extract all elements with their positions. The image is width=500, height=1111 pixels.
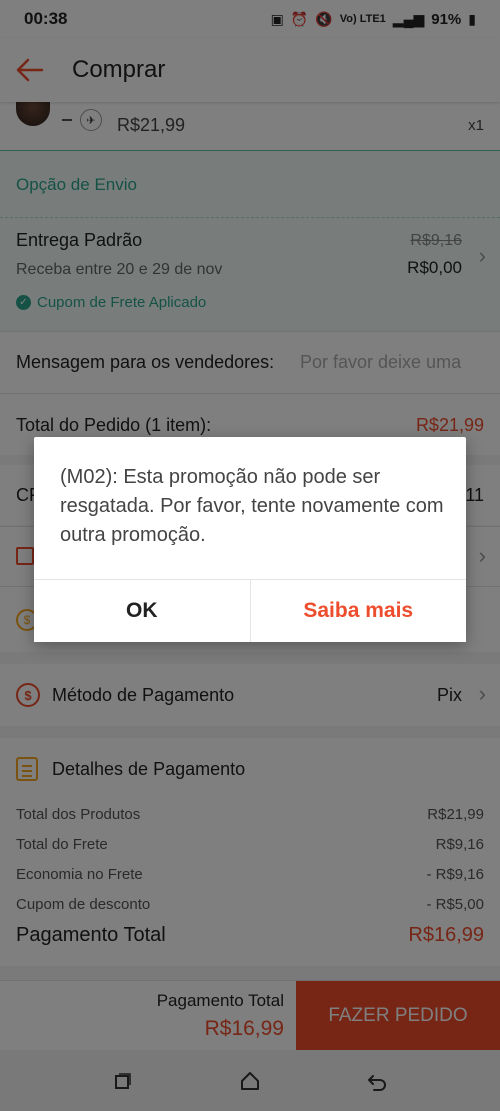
dialog-message: (M02): Esta promoção não pode ser resgat… — [60, 466, 444, 546]
learn-more-button[interactable]: Saiba mais — [250, 580, 466, 642]
ok-button[interactable]: OK — [34, 580, 251, 642]
promo-error-dialog: (M02): Esta promoção não pode ser resgat… — [34, 437, 466, 642]
dialog-actions: OK Saiba mais — [34, 579, 466, 642]
